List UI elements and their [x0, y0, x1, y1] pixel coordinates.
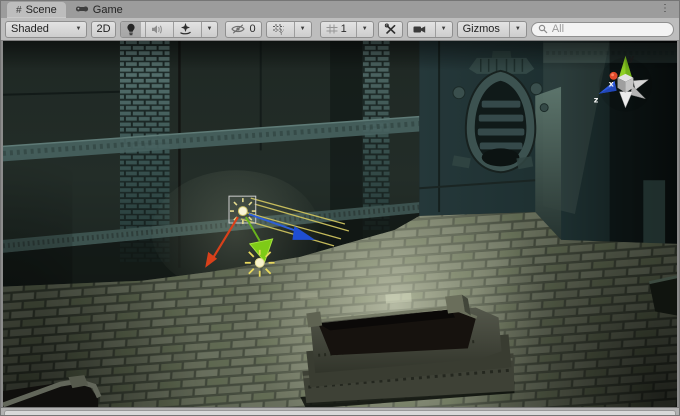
snap-grid-icon	[326, 24, 338, 34]
axis-x-label: x	[609, 80, 614, 89]
snap-settings-dropdown[interactable]: ▼	[356, 22, 373, 37]
effects-toggle[interactable]	[173, 22, 197, 37]
grid-visibility-dropdown[interactable]: ▼	[294, 22, 311, 37]
gizmos-label: Gizmos	[463, 23, 500, 35]
snap-settings-toggle[interactable]: 1	[321, 22, 352, 37]
search-icon	[538, 24, 548, 34]
gizmos-dropdown[interactable]: Gizmos	[458, 22, 505, 37]
snap-settings-group: 1 ▼	[320, 21, 374, 38]
effects-star-icon	[179, 23, 192, 35]
chevron-down-icon: ▼	[76, 26, 82, 32]
bottom-panel-edge	[1, 407, 679, 415]
chevron-down-icon: ▼	[515, 26, 521, 32]
tab-game[interactable]: Game	[66, 2, 132, 18]
snap-count: 1	[341, 23, 347, 35]
scene-camera-group: ▼	[407, 21, 453, 38]
scene-tab-grid-icon: #	[16, 5, 22, 16]
gizmos-group: Gizmos ▼	[457, 21, 527, 38]
search-box[interactable]	[531, 22, 674, 37]
audio-toggle[interactable]	[145, 22, 169, 37]
scene-toolbar: Shaded ▼ 2D ▼ 0 Y	[1, 18, 679, 41]
scene-lighting-toggle[interactable]	[121, 22, 141, 37]
effects-dropdown[interactable]: ▼	[201, 22, 218, 37]
scene-camera-dropdown[interactable]: ▼	[435, 22, 452, 37]
unity-scene-window: # Scene Game ⋮ Shaded ▼ 2D	[0, 0, 680, 416]
axis-z-label: z	[594, 96, 599, 105]
shading-mode-dropdown[interactable]: Shaded ▼	[5, 21, 87, 38]
2d-label: 2D	[96, 23, 110, 35]
tab-game-label: Game	[93, 4, 123, 16]
gamepad-icon	[75, 5, 89, 16]
grid-axis-icon: Y	[272, 23, 285, 35]
tab-scene-label: Scene	[26, 4, 57, 16]
gizmos-arrow[interactable]: ▼	[509, 22, 526, 37]
chevron-down-icon: ▼	[300, 26, 306, 32]
chevron-down-icon: ▼	[441, 26, 447, 32]
bottom-panel-tab-strip[interactable]	[4, 410, 676, 416]
scene-viewport[interactable]: y x z	[1, 41, 679, 407]
chevron-down-icon: ▼	[362, 26, 368, 32]
view-options-group: ▼	[120, 21, 219, 38]
chevron-down-icon: ▼	[207, 26, 213, 32]
scene-camera-button[interactable]	[408, 22, 431, 37]
camera-icon	[413, 25, 426, 34]
component-tools-button[interactable]	[378, 21, 403, 38]
hidden-count: 0	[249, 23, 255, 35]
speaker-icon	[151, 24, 164, 35]
tab-scene[interactable]: # Scene	[7, 2, 66, 18]
tab-bar: # Scene Game ⋮	[1, 1, 679, 18]
axis-x-sphere[interactable]	[610, 72, 618, 80]
lightbulb-icon	[126, 23, 136, 36]
svg-text:Y: Y	[278, 31, 283, 35]
2d-toggle-button[interactable]: 2D	[91, 21, 115, 38]
tools-icon	[384, 23, 397, 35]
more-menu-icon[interactable]: ⋮	[660, 2, 670, 16]
eye-off-icon	[231, 24, 245, 34]
hidden-objects-toggle[interactable]: 0	[225, 21, 261, 38]
shading-mode-label: Shaded	[11, 23, 49, 35]
search-input[interactable]	[552, 23, 667, 35]
grid-visibility-group: Y ▼	[266, 21, 312, 38]
grid-visibility-toggle[interactable]: Y	[267, 22, 290, 37]
